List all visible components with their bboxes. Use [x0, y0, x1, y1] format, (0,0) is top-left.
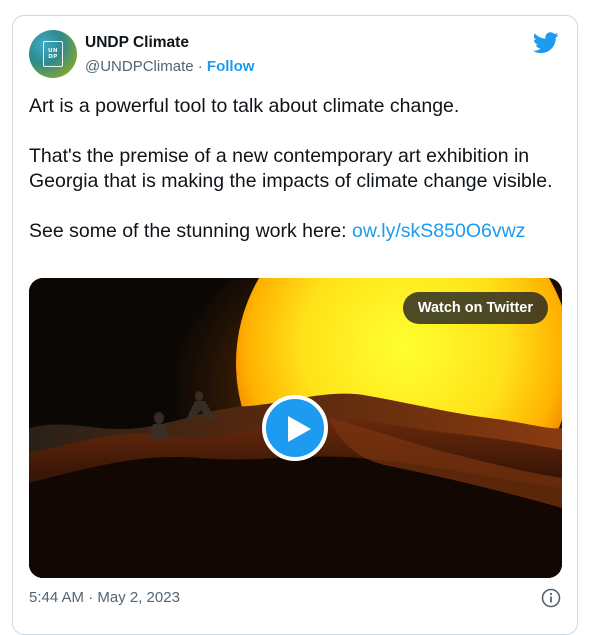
tweet-link[interactable]: ow.ly/skS850O6vwz	[352, 220, 525, 242]
author-handle-line: @UNDPClimate · Follow	[85, 58, 254, 75]
twitter-bird-icon[interactable]	[533, 32, 559, 54]
avatar-logo-line-2: DP	[48, 53, 58, 60]
play-icon	[288, 416, 311, 442]
tweet-timestamp[interactable]: 5:44 AM · May 2, 2023	[29, 589, 180, 606]
tweet-text-line-3: See some of the stunning work here: ow.l…	[29, 219, 569, 244]
tweet-text-line-1: Art is a powerful tool to talk about cli…	[29, 95, 460, 117]
tweet-card: UN DP UNDP Climate @UNDPClimate · Follow…	[12, 15, 578, 635]
watch-on-twitter-button[interactable]: Watch on Twitter	[402, 292, 548, 324]
tweet-text-line-2: That's the premise of a new contemporary…	[29, 145, 553, 192]
info-icon[interactable]	[541, 588, 561, 608]
avatar-logo-line-1: UN	[47, 47, 59, 54]
follow-button[interactable]: Follow	[207, 58, 255, 75]
tweet-text: Art is a powerful tool to talk about cli…	[29, 94, 569, 244]
video-player[interactable]: Watch on Twitter	[29, 278, 562, 578]
author-handle[interactable]: @UNDPClimate	[85, 58, 194, 75]
play-button[interactable]	[262, 395, 328, 461]
tweet-text-line-3-prefix: See some of the stunning work here:	[29, 220, 353, 242]
undp-logo: UN DP	[43, 41, 63, 67]
handle-separator: ·	[193, 58, 207, 75]
author-name[interactable]: UNDP Climate	[85, 34, 189, 52]
avatar[interactable]: UN DP	[29, 30, 77, 78]
